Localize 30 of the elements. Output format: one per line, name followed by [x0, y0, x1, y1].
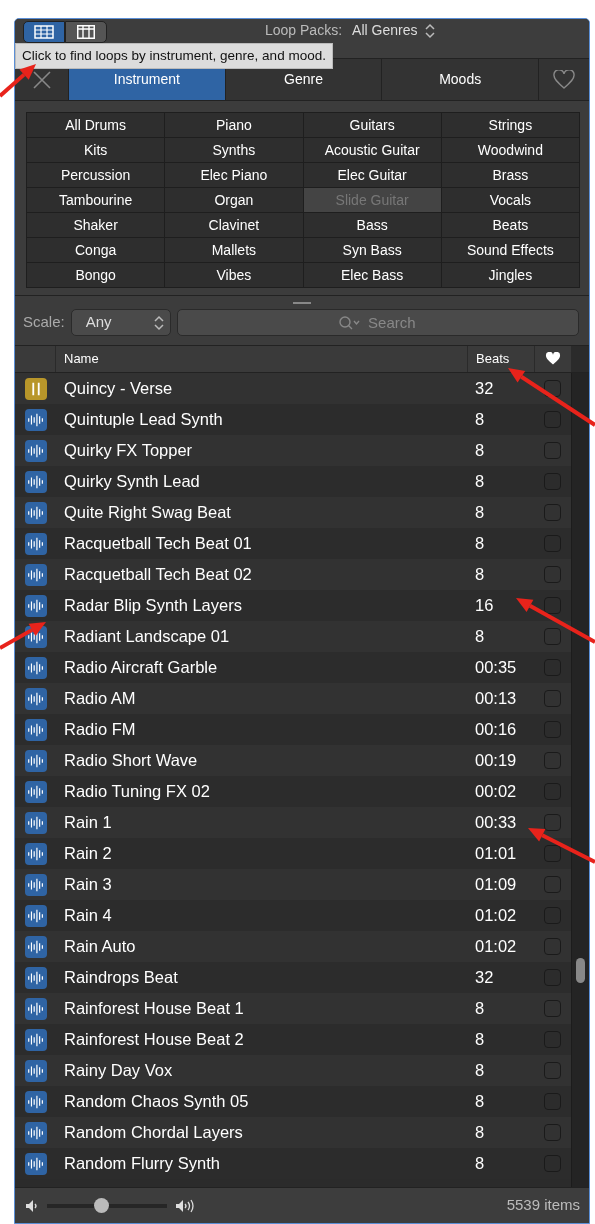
scale-label: Scale:: [23, 312, 65, 333]
beats-value: 01:09: [475, 874, 517, 896]
beats-value: 01:02: [475, 936, 517, 958]
beats-value: 00:13: [475, 688, 517, 710]
beats-value: 8: [475, 1060, 485, 1082]
beats-value: 01:01: [475, 843, 517, 865]
beats-value: 00:19: [475, 750, 517, 772]
beats-value: 8: [475, 998, 485, 1020]
item-count: 5539 items: [506, 1195, 580, 1216]
beats-value: 8: [475, 471, 485, 493]
packs-label: Loop Packs:: [265, 21, 343, 40]
beats-value: 8: [475, 502, 485, 524]
beats-value: 00:33: [475, 812, 517, 834]
beats-value: 8: [475, 533, 485, 555]
beats-value: 32: [475, 378, 494, 400]
beats-value: 8: [475, 1091, 485, 1113]
beats-value: 8: [475, 1029, 485, 1051]
beats-value: 00:35: [475, 657, 517, 679]
beats-value: 8: [475, 1122, 485, 1144]
beats-value: 32: [475, 967, 494, 989]
beats-value: 8: [475, 409, 485, 431]
beats-value: 01:02: [475, 905, 517, 927]
tooltip: Click to find loops by instrument, genre, and mood.: [15, 43, 333, 70]
beats-value: 8: [475, 626, 485, 648]
beats-value: 8: [475, 564, 485, 586]
beats-value: 16: [475, 595, 494, 617]
beats-value: 00:16: [475, 719, 517, 741]
beats-value: 8: [475, 1153, 485, 1175]
beats-value: 00:02: [475, 781, 517, 803]
beats-value: 8: [475, 440, 485, 462]
